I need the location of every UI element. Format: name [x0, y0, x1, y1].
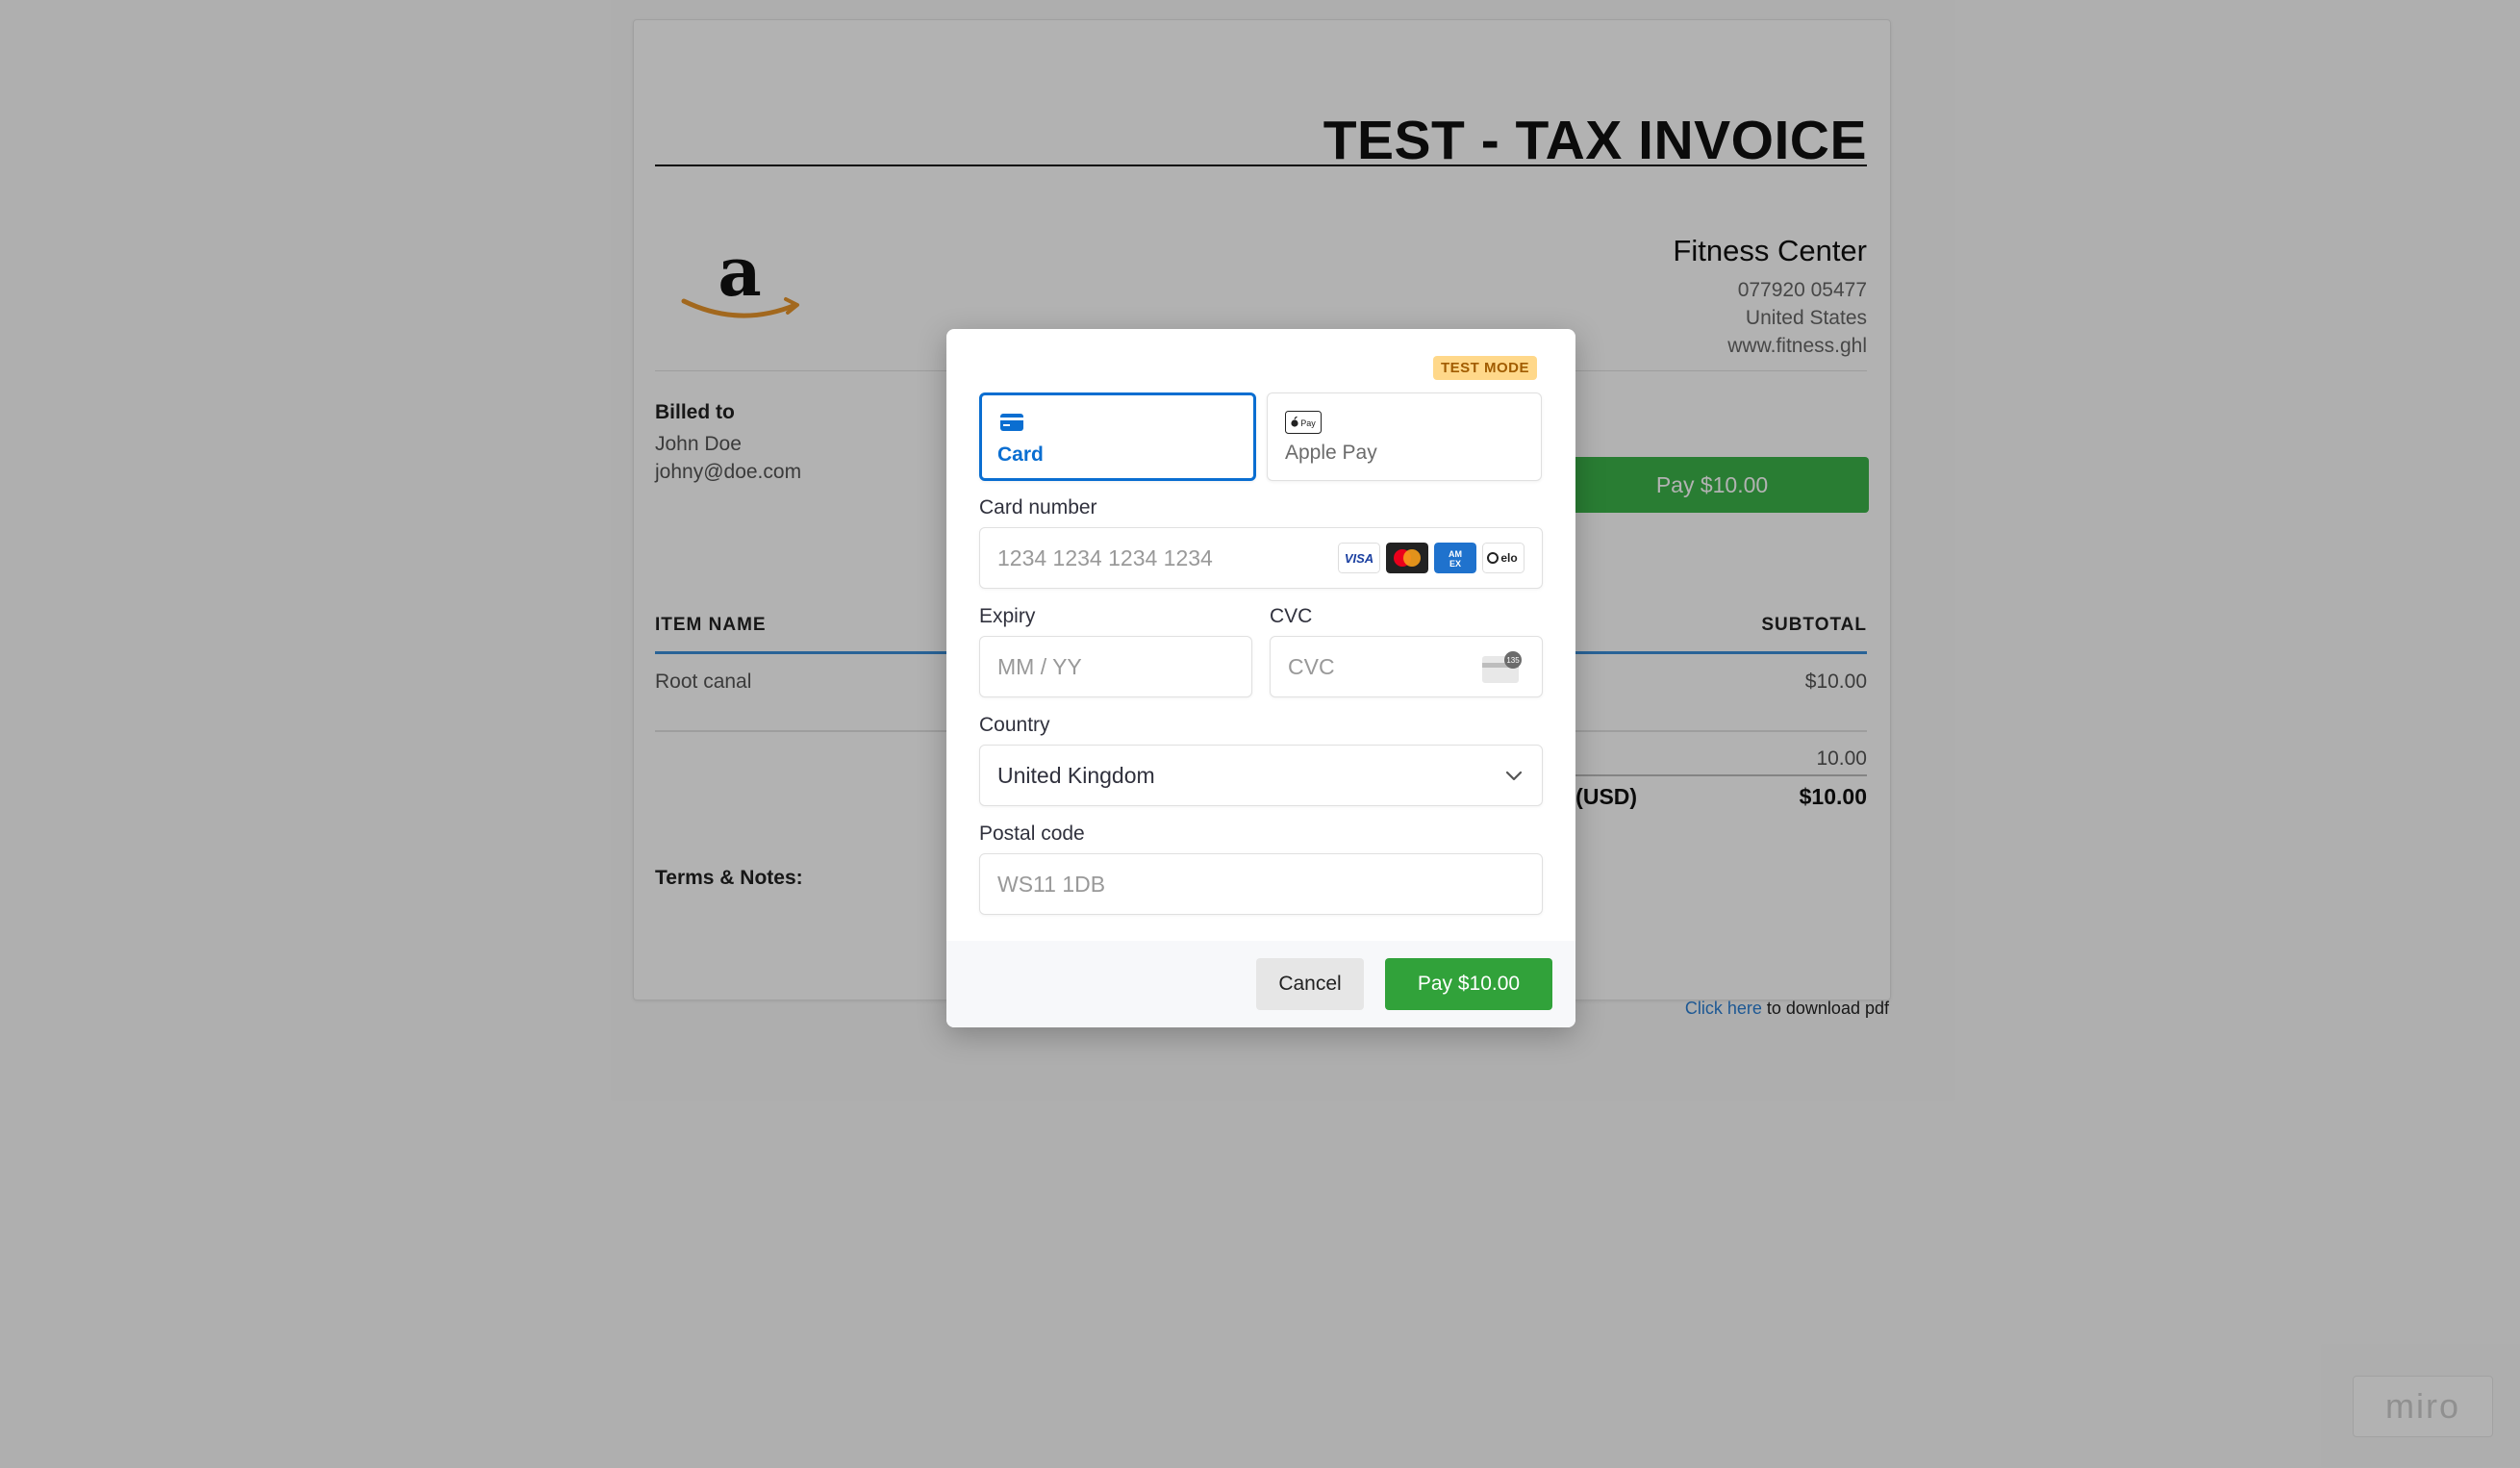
- amex-icon: AM EX: [1434, 543, 1476, 573]
- postal-code-label: Postal code: [979, 823, 1085, 845]
- tab-apple-pay[interactable]: Pay Apple Pay: [1267, 392, 1542, 481]
- card-number-label: Card number: [979, 496, 1097, 519]
- mastercard-icon: [1386, 543, 1428, 573]
- expiry-placeholder: MM / YY: [997, 653, 1082, 679]
- svg-text:elo: elo: [1500, 551, 1517, 565]
- card-number-input[interactable]: 1234 1234 1234 1234 VISA AM EX elo: [979, 527, 1543, 589]
- expiry-input[interactable]: MM / YY: [979, 636, 1252, 697]
- tab-card-label: Card: [997, 443, 1044, 466]
- card-icon: [999, 413, 1024, 437]
- cancel-button[interactable]: Cancel: [1256, 958, 1364, 1010]
- payment-modal: TEST MODE Card Pay Apple Pay Card number…: [946, 329, 1575, 1027]
- test-mode-badge: TEST MODE: [1432, 356, 1537, 380]
- postal-code-input[interactable]: WS11 1DB: [979, 853, 1543, 915]
- svg-text:AM: AM: [1449, 549, 1462, 559]
- expiry-label: Expiry: [979, 605, 1036, 627]
- svg-text:VISA: VISA: [1345, 551, 1373, 566]
- pay-button[interactable]: Pay $10.00: [1385, 958, 1552, 1010]
- cvc-label: CVC: [1270, 605, 1313, 627]
- cvc-input[interactable]: CVC 135: [1270, 636, 1543, 697]
- cvc-placeholder: CVC: [1288, 653, 1335, 679]
- tab-card[interactable]: Card: [979, 392, 1256, 481]
- country-value: United Kingdom: [997, 762, 1155, 788]
- apple-pay-icon: Pay: [1285, 411, 1322, 439]
- country-select[interactable]: United Kingdom: [979, 745, 1543, 806]
- svg-text:EX: EX: [1449, 559, 1461, 569]
- elo-icon: elo: [1482, 543, 1525, 573]
- cvc-card-icon: 135: [1482, 651, 1522, 683]
- country-label: Country: [979, 714, 1050, 736]
- postal-code-placeholder: WS11 1DB: [997, 871, 1106, 897]
- chevron-down-icon: [1505, 771, 1523, 781]
- card-number-placeholder: 1234 1234 1234 1234: [997, 544, 1213, 570]
- svg-text:Pay: Pay: [1300, 418, 1316, 428]
- cvc-icon-text: 135: [1506, 656, 1520, 665]
- modal-footer: Cancel Pay $10.00: [946, 941, 1575, 1027]
- tab-apple-pay-label: Apple Pay: [1285, 442, 1377, 464]
- card-brands: VISA AM EX elo: [1338, 543, 1525, 573]
- visa-icon: VISA: [1338, 543, 1380, 573]
